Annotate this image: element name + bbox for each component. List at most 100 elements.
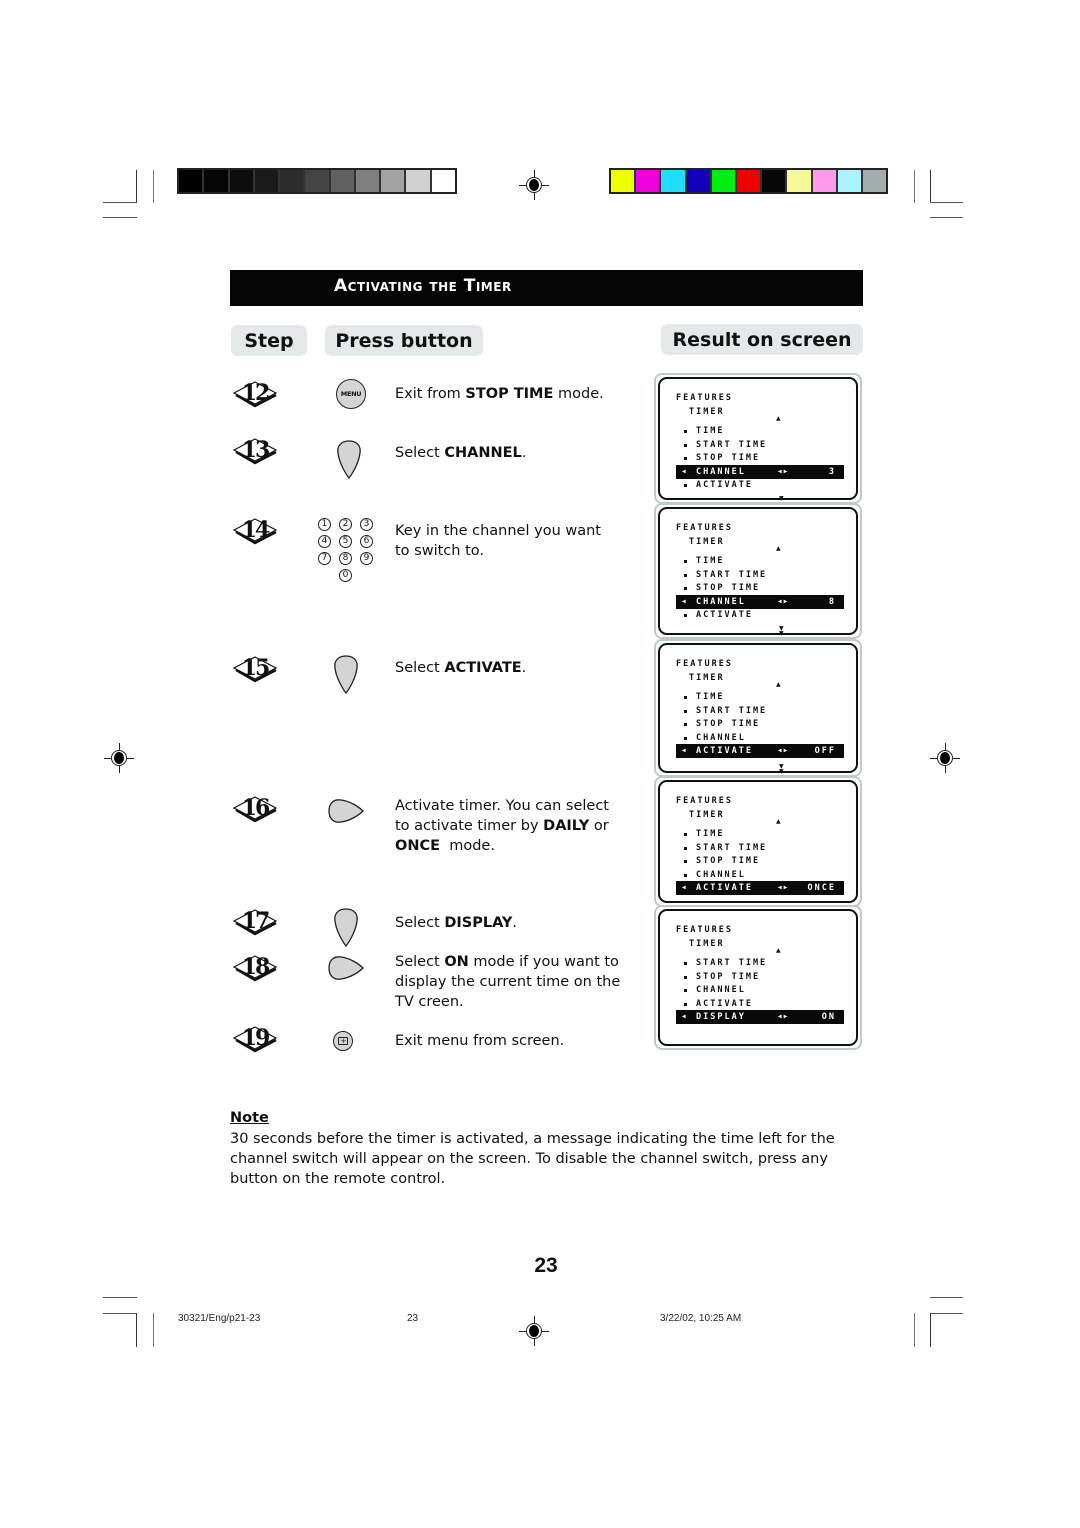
text: mode. (440, 838, 495, 854)
menu-item: STOP TIME (696, 453, 761, 464)
color-swatch (762, 170, 788, 192)
color-swatch (812, 170, 838, 192)
selected-label: CHANNEL (696, 596, 746, 607)
bullet-icon (684, 723, 687, 727)
menu-item: START TIME (696, 958, 768, 968)
bullet-icon (684, 860, 687, 864)
tv-screen-result: FEATURES TIMER ▲ TIME START TIME STOP TIME ◀ CH… (654, 373, 862, 504)
menu-item: CHANNEL (696, 985, 746, 996)
menu-item: STOP TIME (696, 856, 761, 867)
text: to activate timer by (395, 818, 544, 834)
text: . (521, 660, 527, 676)
scroll-up-arrow-icon: ▲ (776, 947, 781, 954)
color-swatch (330, 170, 356, 192)
digit-key-icon: 4 (318, 535, 331, 548)
menu-button-icon: MENU (336, 379, 366, 409)
text: Exit from (395, 386, 466, 402)
menu-item: CHANNEL (696, 869, 746, 880)
down-cursor-button-icon (334, 655, 358, 695)
menu-subtitle: TIMER (689, 407, 725, 417)
left-arrow-icon: ◀ (682, 467, 688, 475)
bullet-icon (684, 457, 687, 461)
scroll-up-arrow-icon: ▲ (776, 545, 781, 552)
color-swatch (229, 170, 255, 192)
step-18-description: Select ON mode if you want to display th… (395, 952, 620, 1012)
digit-key-icon: 3 (360, 518, 373, 531)
menu-item: STOP TIME (696, 583, 761, 594)
menu-title: FEATURES (676, 523, 733, 533)
menu-item: TIME (696, 426, 725, 436)
bullet-icon (684, 873, 687, 877)
crop-line (153, 1313, 154, 1347)
left-arrow-icon: ◀ (682, 597, 688, 605)
selected-label: ACTIVATE (696, 746, 753, 757)
digit-key-icon: 7 (318, 552, 331, 565)
step-17-description: Select DISPLAY. (395, 913, 517, 933)
step-number: 18 (232, 953, 278, 983)
scroll-down-arrow-icon: ▼ ▼ (779, 763, 784, 775)
bullet-icon (684, 736, 687, 740)
left-arrow-icon: ◀ (682, 884, 688, 892)
menu-item: ACTIVATE (696, 610, 753, 621)
crop-line (930, 217, 963, 218)
bullet-icon (684, 833, 687, 836)
bullet-icon (684, 430, 687, 433)
section-title-bar: Activating the Timer (230, 270, 863, 306)
color-swatch (280, 170, 306, 192)
color-calibration-bar (609, 168, 888, 194)
registration-mark-icon (104, 743, 134, 773)
step-12-description: Exit from STOP TIME mode. (395, 384, 604, 404)
slug-date: 3/22/02, 10:25 AM (660, 1313, 742, 1324)
step-number: 13 (232, 436, 278, 466)
menu-subtitle: TIMER (689, 810, 725, 820)
color-swatch (736, 170, 763, 192)
step-number-label: 16 (241, 795, 271, 821)
bullet-icon (684, 443, 687, 447)
step-15-description: Select ACTIVATE. (395, 658, 526, 678)
menu-item-selected: ◀ ACTIVATE ◀▶ ONCE (676, 881, 844, 896)
step-number: 15 (232, 654, 278, 684)
menu-item: CHANNEL (696, 732, 746, 743)
selected-label: CHANNEL (696, 466, 746, 477)
selected-value: OFF (814, 746, 836, 757)
crop-line (930, 1313, 931, 1347)
registration-mark-icon (930, 743, 960, 773)
color-swatch (204, 170, 230, 192)
left-right-arrows-icon: ◀▶ (778, 1013, 790, 1021)
color-swatch (431, 170, 455, 192)
crop-line (930, 1313, 963, 1314)
bullet-icon (684, 1002, 687, 1006)
color-swatch (636, 170, 662, 192)
tv-screen-result: FEATURES TIMER ▲ TIME START TIME STOP TIME CHA… (654, 776, 862, 907)
menu-item: TIME (696, 829, 725, 839)
color-swatch (179, 170, 205, 192)
menu-item: START TIME (696, 439, 768, 450)
selected-label: DISPLAY (696, 1012, 746, 1023)
color-swatch (711, 170, 737, 192)
tv-screen-result: FEATURES TIMER ▲ START TIME STOP TIME CHANNEL… (654, 905, 862, 1050)
digit-key-icon: 6 (360, 535, 373, 548)
step-number-label: 13 (241, 437, 271, 463)
menu-subtitle: TIMER (689, 939, 725, 949)
step-number-label: 17 (241, 908, 271, 934)
color-swatch (611, 170, 637, 192)
tv-screen-result: FEATURES TIMER ▲ TIME START TIME STOP TIME CHA… (654, 639, 862, 777)
text: TV creen. (395, 994, 464, 1010)
note-heading: Note (230, 1110, 269, 1126)
scroll-up-arrow-icon: ▲ (776, 681, 781, 688)
crop-line (136, 170, 137, 203)
scroll-down-arrow-icon: ▼ (779, 495, 784, 502)
crop-line (930, 170, 931, 203)
selected-value: ON (821, 1012, 836, 1023)
text: Select (395, 660, 445, 676)
menu-item: START TIME (696, 842, 768, 853)
color-swatch (686, 170, 712, 192)
menu-item-selected: ◀ ACTIVATE ◀▶ OFF (676, 744, 844, 759)
scroll-up-arrow-icon: ▲ (776, 818, 781, 825)
step-19-description: Exit menu from screen. (395, 1033, 565, 1049)
menu-item: TIME (696, 692, 725, 702)
step-14-description: Key in the channel you want to switch to… (395, 523, 601, 559)
emphasis: DISPLAY (444, 915, 513, 931)
tv-screen-result: FEATURES TIMER ▲ TIME START TIME STOP TIME ◀ CH… (654, 503, 862, 639)
text: Activate timer. You can select (395, 798, 609, 814)
